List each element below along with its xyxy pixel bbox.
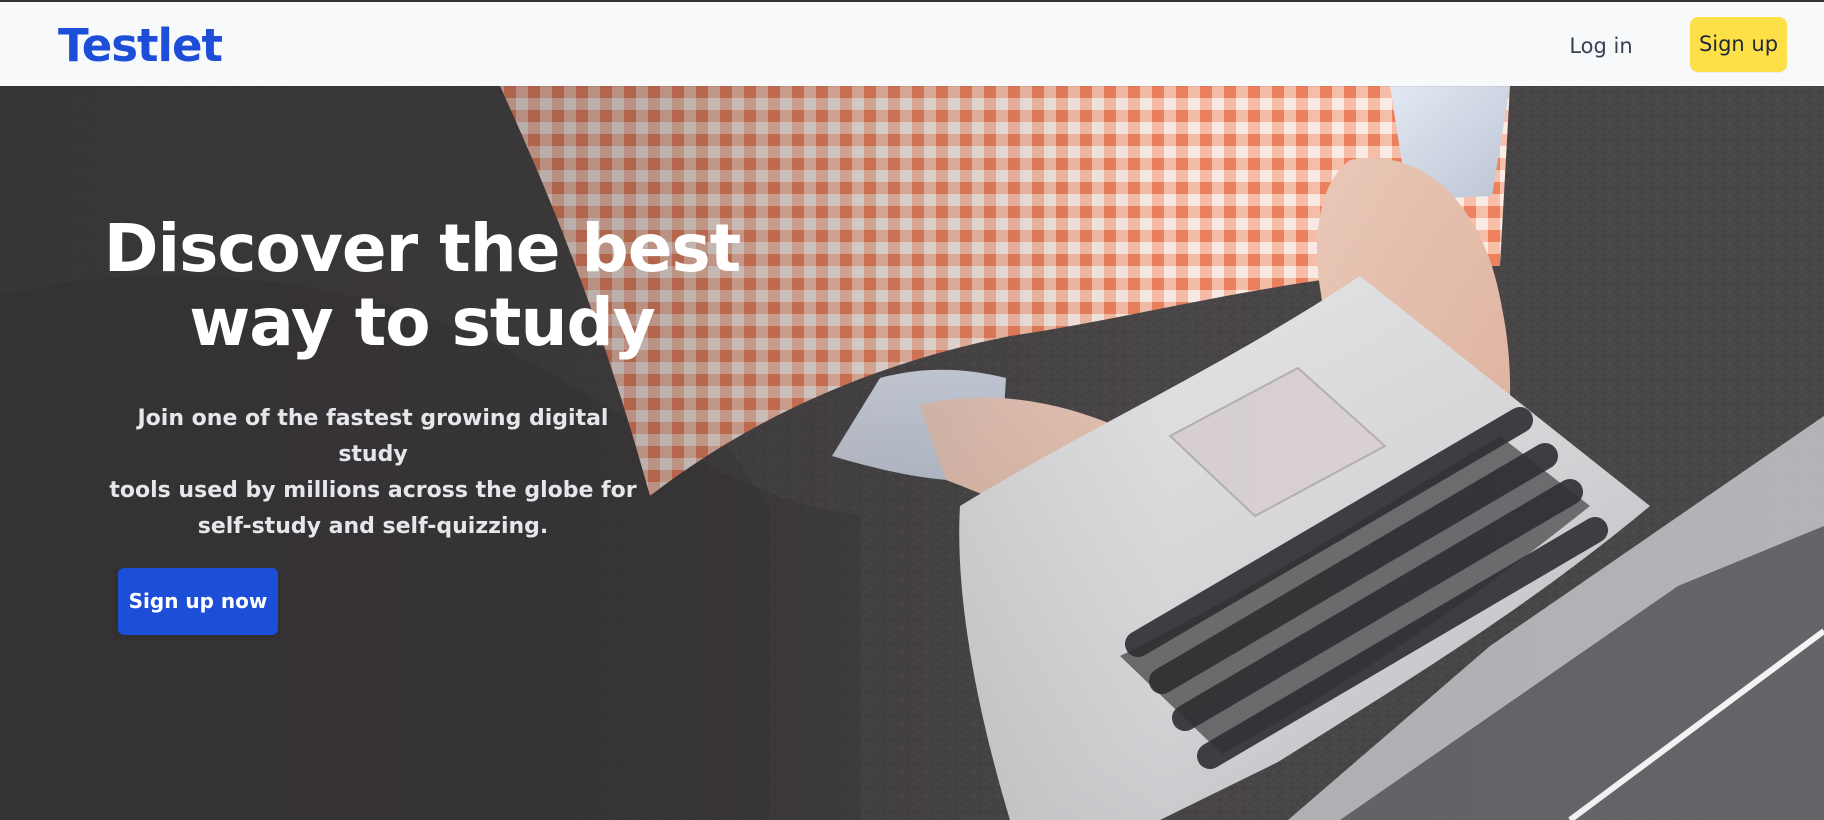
hero-title-line-1: Discover the best [103, 210, 742, 287]
login-link[interactable]: Log in [1556, 26, 1646, 66]
hero-subtitle-line-2: tools used by millions across the globe … [109, 478, 637, 503]
hero-section: Discover the best way to study Join one … [0, 86, 1824, 820]
hero-title: Discover the best way to study [82, 212, 762, 360]
window-top-border [0, 0, 1824, 2]
hero-title-line-2: way to study [189, 284, 655, 361]
brand-logo[interactable]: Testlet [58, 20, 223, 72]
hero-subtitle-line-1: Join one of the fastest growing digital … [137, 406, 609, 467]
hero-subtitle-line-3: self-study and self-quizzing. [197, 514, 549, 539]
landing-page: Testlet Log in Sign up Discover the best… [0, 0, 1824, 820]
top-navbar: Testlet Log in Sign up [0, 2, 1824, 86]
hero-subtitle: Join one of the fastest growing digital … [108, 401, 638, 545]
signup-button[interactable]: Sign up [1690, 17, 1787, 72]
signup-now-button[interactable]: Sign up now [118, 568, 278, 635]
